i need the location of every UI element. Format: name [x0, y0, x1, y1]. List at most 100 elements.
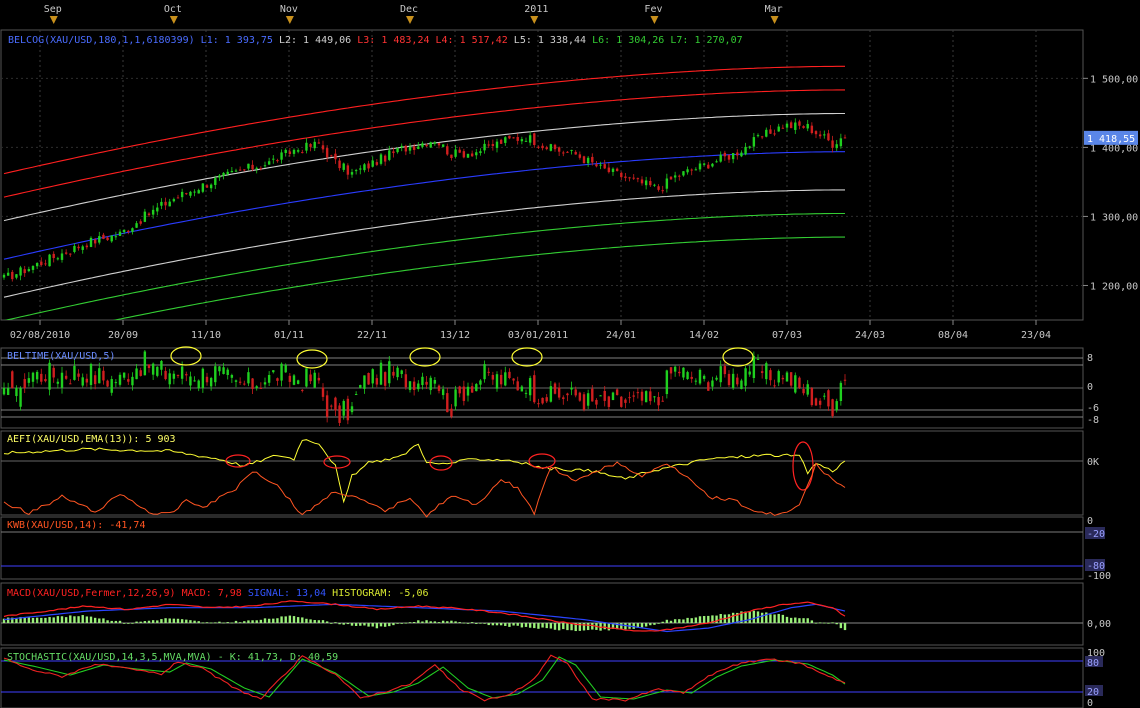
- price-candle-body: [574, 151, 577, 155]
- macd-histogram-bar: [843, 623, 847, 631]
- beltime-candle-body: [330, 405, 333, 407]
- price-candle-body: [305, 142, 308, 151]
- macd-histogram-bar: [85, 616, 89, 623]
- macd-histogram-bar: [620, 623, 623, 629]
- beltime-candle-body: [777, 371, 780, 383]
- macd-histogram-bar: [644, 623, 648, 627]
- macd-histogram-bar: [230, 622, 234, 624]
- macd-histogram-bar: [789, 617, 793, 623]
- beltime-candle-body: [151, 363, 155, 375]
- price-candle-body: [462, 151, 466, 158]
- price-candle-body: [288, 151, 292, 155]
- beltime-candle-body: [309, 374, 312, 382]
- price-candle-body: [425, 144, 428, 147]
- beltime-candle-body: [367, 372, 370, 385]
- price-candle-body: [429, 142, 432, 148]
- price-candle-body: [450, 154, 453, 159]
- price-candle-body: [806, 123, 809, 129]
- beltime-candle-body: [400, 370, 403, 375]
- price-candle-body: [350, 172, 354, 175]
- macd-histogram-bar: [549, 623, 553, 629]
- macd-y-axis: 0,00: [1087, 619, 1111, 630]
- beltime-candle-body: [363, 375, 366, 389]
- price-candle-body: [102, 234, 105, 239]
- beltime-candle-body: [615, 389, 619, 396]
- macd-histogram-bar: [334, 622, 337, 623]
- price-title-part: L2: 1 449,06: [279, 35, 351, 46]
- macd-histogram-bar: [495, 623, 499, 626]
- macd-histogram-bar: [752, 610, 756, 623]
- beltime-candle-body: [835, 401, 838, 411]
- price-candle-body: [487, 144, 490, 146]
- beltime-candle-body: [255, 386, 258, 388]
- macd-histogram-bar: [669, 620, 673, 623]
- price-candle-body: [524, 140, 528, 142]
- price-candle-body: [309, 144, 312, 147]
- price-candle-body: [823, 134, 826, 136]
- beltime-candle-body: [632, 395, 635, 397]
- beltime-candle-body: [193, 380, 196, 382]
- beltime-candle-body: [106, 380, 109, 387]
- macd-histogram-bar: [35, 617, 39, 623]
- price-candle-body: [736, 152, 739, 156]
- beltime-candle-body: [586, 393, 590, 406]
- beltime-candle-body: [40, 373, 43, 382]
- price-candle-body: [48, 254, 51, 267]
- macd-histogram-bar: [653, 623, 656, 625]
- price-candle-body: [379, 154, 383, 164]
- beltime-candle-body: [433, 379, 437, 384]
- macd-histogram-bar: [504, 623, 507, 626]
- price-candle-body: [139, 221, 142, 224]
- price-candle-body: [301, 152, 304, 154]
- macd-histogram-bar: [60, 616, 64, 623]
- beltime-candle-body: [818, 400, 822, 405]
- price-candle-body: [412, 146, 416, 150]
- price-candle-body: [566, 151, 569, 153]
- macd-histogram-bar: [818, 622, 822, 624]
- price-candle-body: [545, 147, 548, 150]
- price-candle-body: [89, 237, 93, 247]
- beltime-candle-body: [205, 376, 209, 383]
- price-candle-body: [56, 258, 60, 260]
- aefi-y-tick-label: 0K: [1087, 457, 1099, 468]
- macd-histogram-bar: [433, 621, 437, 623]
- macd-histogram-bar: [164, 618, 167, 623]
- beltime-candle-body: [756, 358, 760, 360]
- aefi-title: AEFI(XAU/USD,EMA(13)): 5 903: [7, 434, 176, 445]
- beltime-candle-body: [731, 373, 735, 388]
- price-candle-body: [77, 246, 80, 249]
- beltime-candle-body: [628, 397, 631, 399]
- beltime-candle-body: [475, 384, 478, 392]
- beltime-candle-body: [234, 380, 238, 382]
- beltime-candle-body: [744, 368, 747, 386]
- beltime-candle-body: [798, 377, 801, 388]
- beltime-candle-body: [342, 400, 345, 416]
- macd-histogram-bar: [441, 620, 445, 623]
- macd-histogram-bar: [160, 619, 163, 623]
- price-candle-body: [649, 181, 652, 186]
- macd-histogram-bar: [247, 620, 250, 623]
- macd-histogram-bar: [367, 623, 370, 627]
- macd-histogram-bar: [404, 622, 408, 624]
- macd-histogram-bar: [632, 623, 635, 629]
- price-candle-body: [404, 145, 408, 152]
- beltime-candle-body: [603, 390, 606, 401]
- beltime-candle-body: [396, 367, 399, 378]
- kwb-y-tick-label: 0: [1087, 516, 1093, 527]
- beltime-candle-body: [259, 388, 263, 390]
- price-candle-body: [255, 167, 258, 169]
- beltime-candle-body: [371, 369, 374, 384]
- price-candle-body: [437, 143, 441, 146]
- beltime-candle-body: [60, 372, 64, 388]
- beltime-candle-body: [470, 386, 474, 393]
- price-candle-body: [375, 162, 379, 165]
- price-candle-body: [114, 236, 118, 238]
- macd-histogram-bar: [541, 623, 544, 628]
- macd-histogram-bar: [678, 619, 681, 623]
- macd-histogram-bar: [64, 617, 68, 623]
- price-candle-body: [595, 164, 598, 167]
- price-candle-body: [715, 161, 718, 163]
- beltime-candle-body: [657, 396, 660, 406]
- macd-histogram-bar: [176, 618, 180, 623]
- price-candle-body: [197, 190, 200, 194]
